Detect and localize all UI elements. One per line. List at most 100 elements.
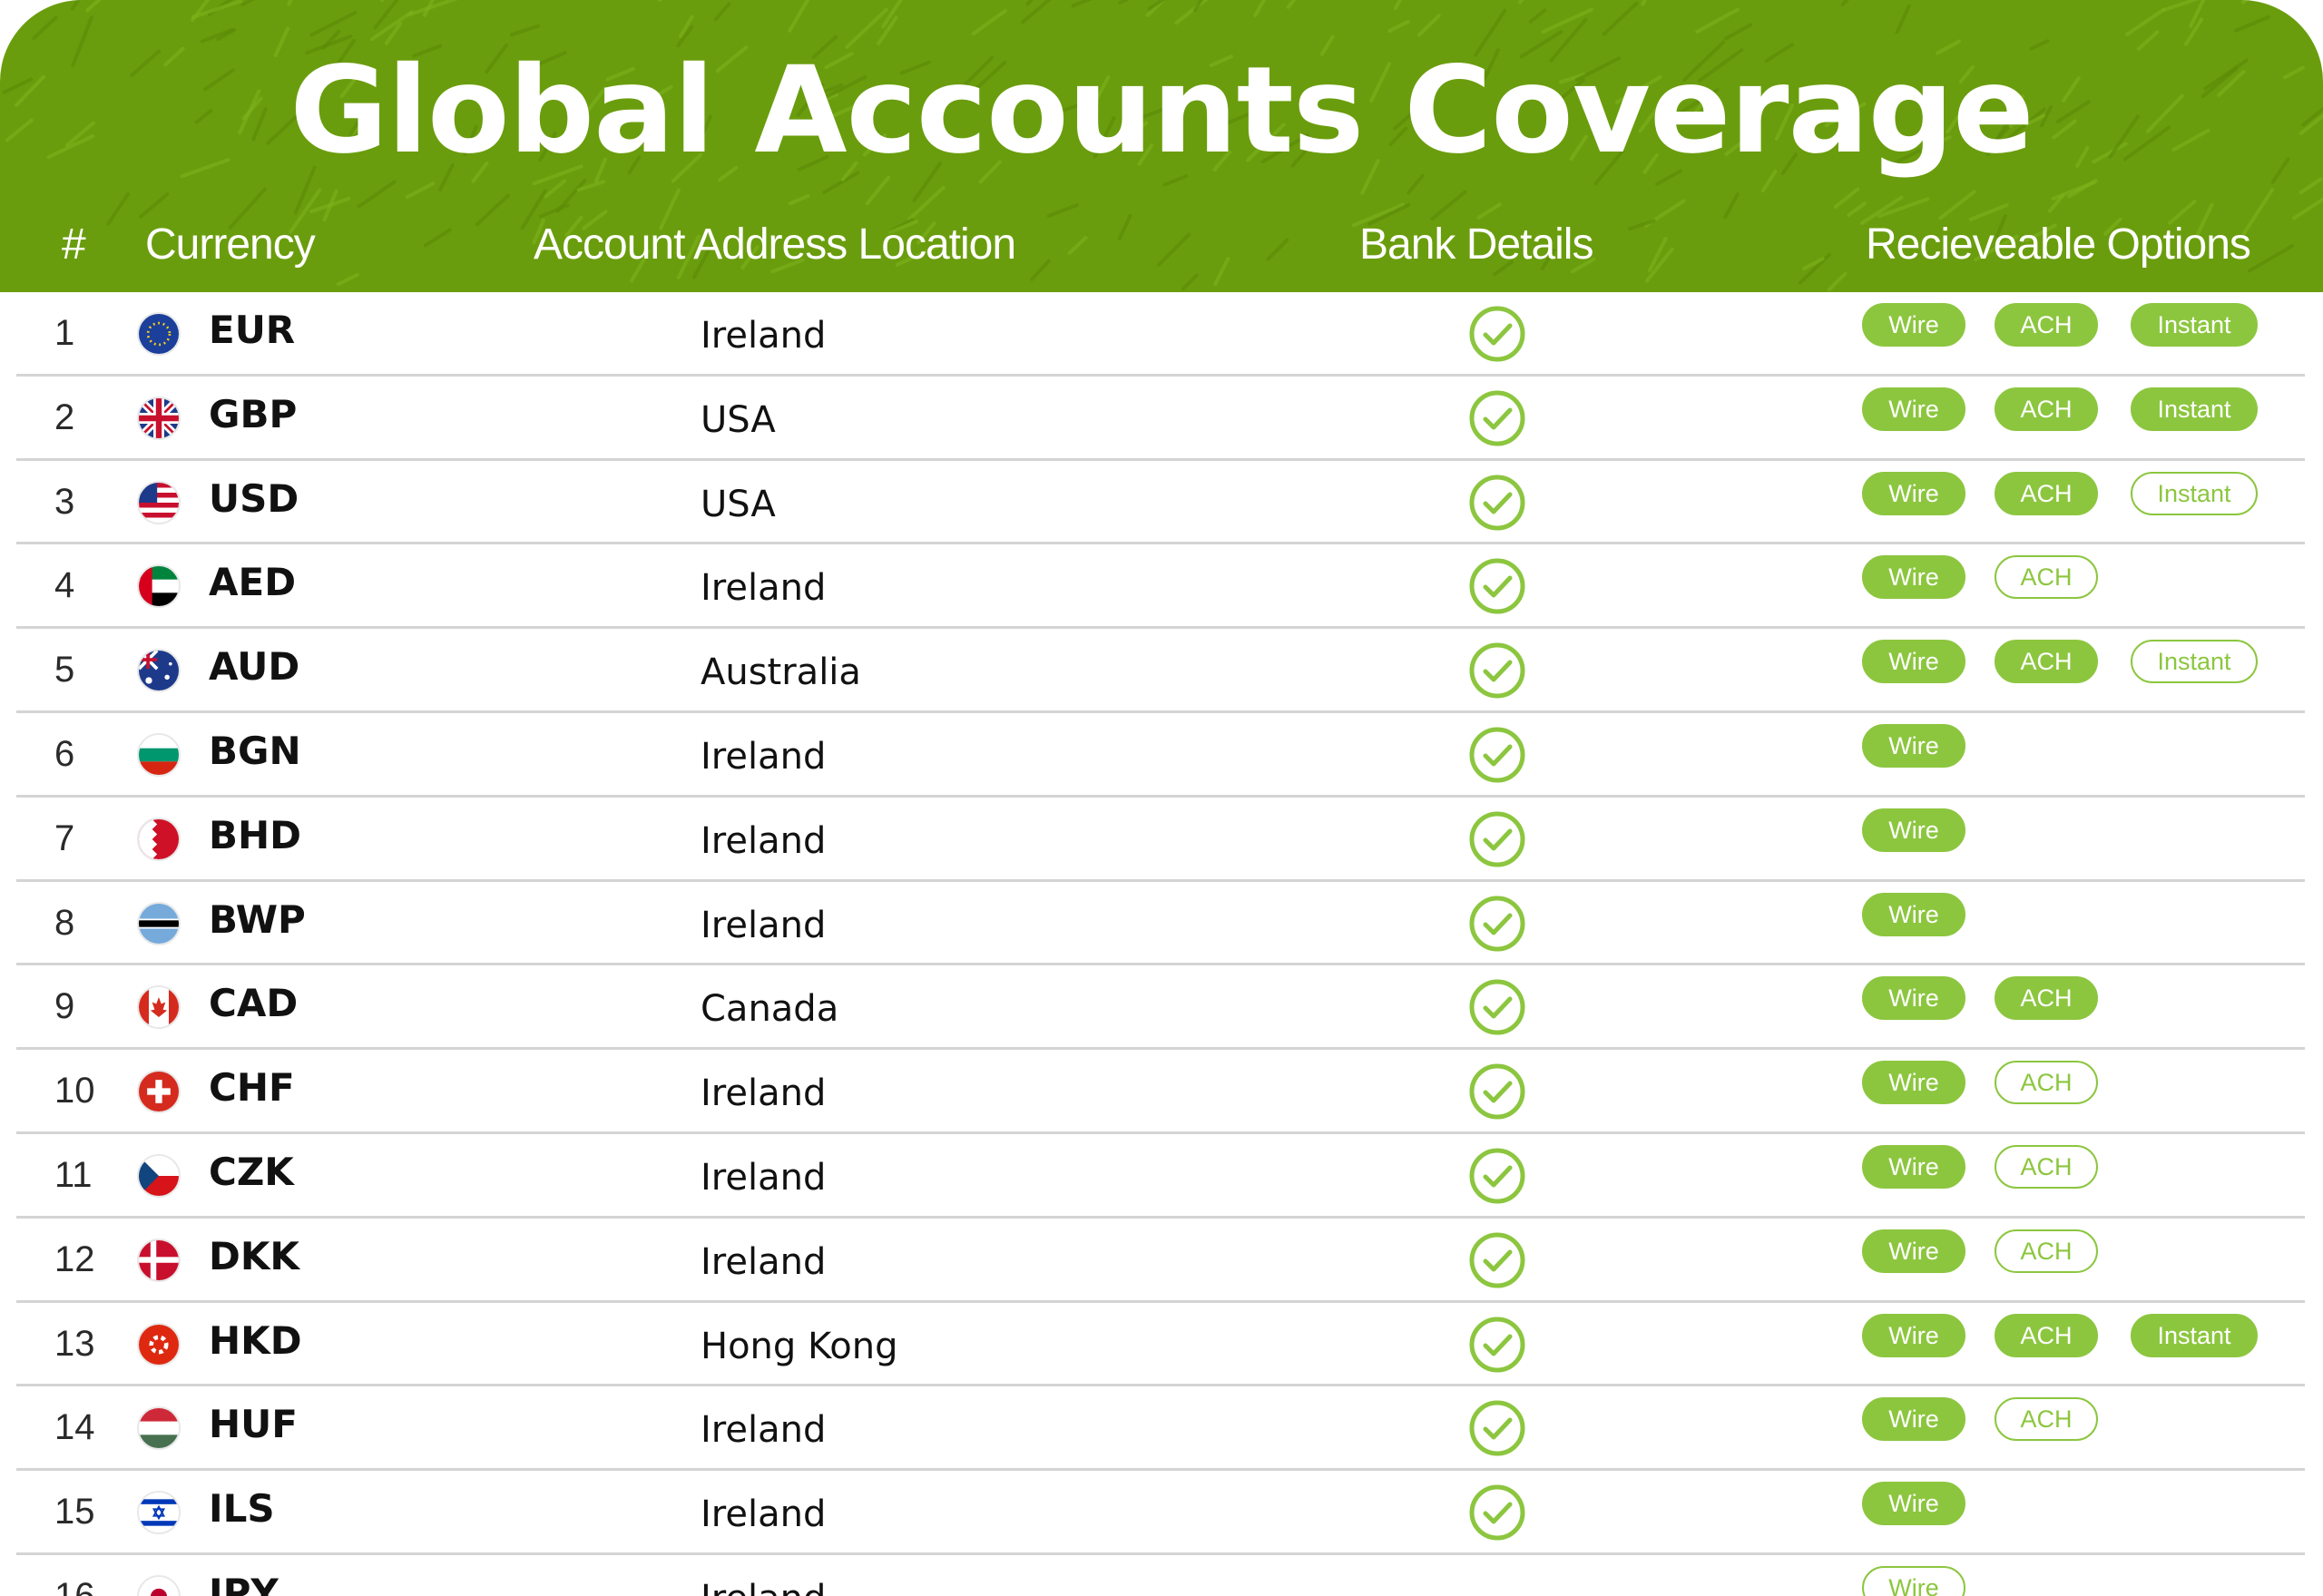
coverage-page: Global Accounts Coverage # Currency Acco… [0,0,2323,1596]
wire-option-badge: Wire [1862,1061,1965,1105]
check-circle-icon [1468,810,1526,868]
wire-option-badge: Wire [1862,387,1965,431]
table-row: 13 HKD Hong Kong Wire ACH Instant [16,1303,2305,1387]
currency-code: DKK [209,1233,299,1278]
account-location: Ireland [701,1156,827,1199]
wire-option-badge: Wire [1862,723,1965,768]
check-circle-icon [1468,305,1526,363]
currency-code: BGN [209,728,301,773]
row-number: 3 [54,481,75,522]
account-location: Ireland [701,819,827,862]
eu-flag-icon [137,312,181,356]
table-row: 6 BGN Ireland Wire [16,713,2305,798]
canada-flag-icon [137,985,181,1030]
hungary-flag-icon [137,1406,181,1451]
uk-flag-icon [137,396,181,440]
row-number: 1 [54,313,75,353]
instant-option-badge: Instant [2131,471,2258,515]
check-circle-icon [1468,474,1526,532]
account-location: Ireland [701,904,827,946]
coverage-table: 1 EUR Ireland Wire ACH Instant 2 GBP USA Wire ACH I… [0,292,2323,1596]
table-row: 14 HUF Ireland Wire ACH [16,1386,2305,1472]
check-circle-icon [1468,1316,1526,1374]
check-circle-icon [1468,641,1526,700]
currency-code: USD [209,475,299,521]
row-number: 15 [54,1492,95,1532]
hong-kong-flag-icon [137,1322,181,1366]
currency-code: HKD [209,1317,302,1363]
check-circle-icon [1468,978,1526,1036]
column-header-number: # [62,220,86,269]
account-location: Ireland [701,567,827,610]
account-location: Ireland [701,1409,827,1452]
currency-code: EUR [209,308,296,352]
israel-flag-icon [137,1491,181,1535]
czechia-flag-icon [137,1153,181,1198]
currency-code: GBP [209,391,298,436]
ach-option-badge: ACH [1995,1313,2098,1357]
account-location: Ireland [701,1493,827,1536]
bulgaria-flag-icon [137,732,181,777]
row-number: 10 [54,1071,95,1111]
denmark-flag-icon [137,1238,181,1282]
check-circle-icon [1468,895,1526,953]
wire-option-badge: Wire [1862,976,1965,1021]
check-circle-icon [1468,1062,1526,1121]
check-circle-icon [1468,1483,1526,1542]
currency-code: AUD [209,644,300,690]
row-number: 16 [54,1575,95,1596]
uae-flag-icon [137,564,181,609]
column-header-bank-details: Bank Details [1359,220,1593,269]
account-location: Canada [701,988,839,1031]
row-number: 13 [54,1323,95,1364]
table-row: 1 EUR Ireland Wire ACH Instant [16,292,2305,377]
ach-option-badge: ACH [1995,640,2098,684]
account-location: USA [701,483,776,525]
row-number: 6 [54,733,75,774]
instant-option-badge: Instant [2131,1313,2258,1357]
table-row: 7 BHD Ireland Wire [16,798,2305,882]
botswana-flag-icon [137,901,181,945]
account-location: Ireland [701,315,827,357]
ach-option-badge: ACH [1995,976,2098,1021]
wire-option-badge: Wire [1862,303,1965,347]
currency-code: CHF [209,1065,295,1111]
wire-option-badge: Wire [1862,1565,1965,1596]
wire-option-badge: Wire [1862,471,1965,515]
account-location: USA [701,398,776,441]
wire-option-badge: Wire [1862,555,1965,600]
switzerland-flag-icon [137,1070,181,1114]
account-location: Australia [701,651,861,694]
wire-option-badge: Wire [1862,892,1965,936]
ach-option-badge: ACH [1995,1144,2098,1189]
column-header-location: Account Address Location [534,220,1016,269]
currency-code: CZK [209,1149,294,1194]
wire-option-badge: Wire [1862,1144,1965,1189]
row-number: 2 [54,397,75,437]
account-location: Ireland [701,1072,827,1115]
ach-option-badge: ACH [1995,303,2098,347]
table-row: 12 DKK Ireland Wire ACH [16,1219,2305,1303]
table-row: 5 AUD Australia Wire ACH Instant [16,629,2305,713]
wire-option-badge: Wire [1862,1229,1965,1273]
check-circle-icon [1468,1399,1526,1457]
wire-option-badge: Wire [1862,640,1965,684]
ach-option-badge: ACH [1995,471,2098,515]
table-row: 10 CHF Ireland Wire ACH [16,1050,2305,1134]
currency-code: ILS [209,1486,275,1532]
row-number: 4 [54,565,75,606]
japan-flag-icon [137,1574,181,1596]
page-title: Global Accounts Coverage [289,41,2034,181]
ach-option-badge: ACH [1995,1397,2098,1442]
currency-code: JPY [209,1570,279,1596]
account-location: Ireland [701,1575,826,1596]
check-circle-icon [1468,1147,1526,1205]
row-number: 14 [54,1407,95,1448]
row-number: 9 [54,986,75,1027]
ach-option-badge: ACH [1995,1229,2098,1273]
table-row: 3 USD USA Wire ACH Instant [16,461,2305,545]
table-row: 8 BWP Ireland Wire [16,882,2305,966]
instant-option-badge: Instant [2131,640,2258,684]
bahrain-flag-icon [137,817,181,861]
ach-option-badge: ACH [1995,1061,2098,1105]
